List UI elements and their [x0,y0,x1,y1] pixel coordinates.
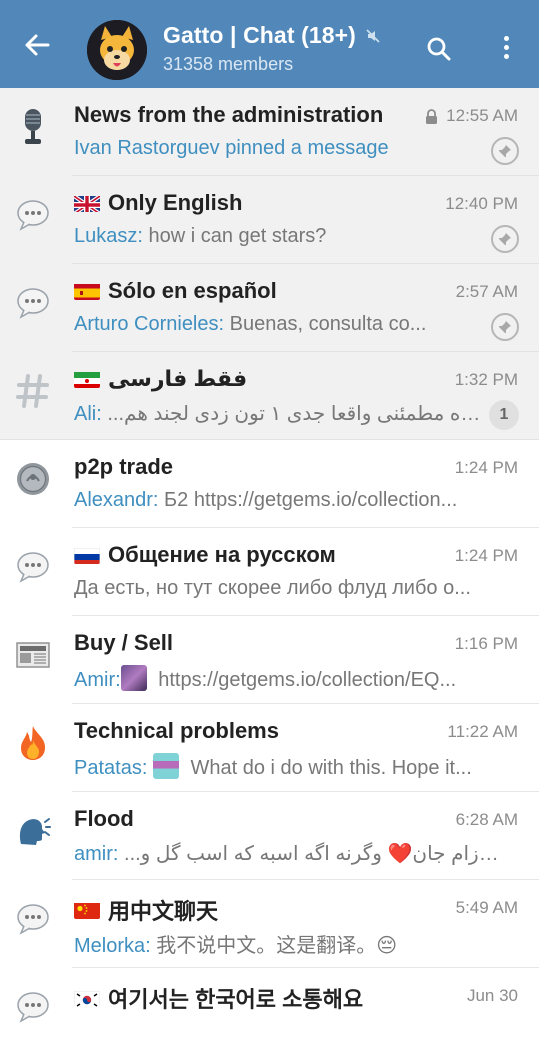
topic-last-message: Patatas: What do i do with this. Hope it… [74,753,504,780]
korea-flag-icon [74,989,100,1007]
topic-row[interactable]: Flood 6:28 AM amir: اره فرزام جان❤️ وگرن… [0,792,539,880]
media-thumbnail [120,665,147,691]
pin-icon [491,225,519,253]
microphone-icon [12,106,54,148]
lock-icon [425,108,438,124]
topic-row[interactable]: Technical problems 11:22 AM Patatas: Wha… [0,704,539,792]
topic-time: 1:16 PM [454,634,518,653]
topic-name: فقط فارسی [74,366,247,392]
topic-time: 5:49 AM [455,898,518,917]
topic-time: 2:57 AM [455,282,518,301]
topic-time: 1:24 PM [454,458,518,477]
topic-last-message: Melorka: 我不说中文。这是翻译。😔 [74,935,398,957]
muted-icon [365,28,381,49]
media-thumbnail [152,753,179,779]
topic-row[interactable]: 用中文聊天 5:49 AM Melorka: 我不说中文。这是翻译。😔 [0,880,539,968]
uk-flag-icon [74,194,100,212]
topic-row[interactable]: p2p trade 1:24 PM Alexandr: Б2 https://g… [0,440,539,528]
topic-row[interactable]: Sólo en español 2:57 AM Arturo Cornieles… [0,264,539,352]
topic-name: Only English [74,190,242,216]
topic-last-message: Ali: کاوه مطمئنی واقعا جدی ۱ تون زدی لجن… [74,403,484,425]
speech-bubble-icon [12,194,54,236]
topic-row[interactable]: فقط فارسی 1:32 PM Ali: کاوه مطمئنی واقعا… [0,352,539,440]
topic-row[interactable]: 여기서는 한국어로 소통해요 Jun 30 [0,968,539,1056]
chat-title[interactable]: Gatto | Chat (18+) [163,22,356,49]
speech-bubble-icon [12,898,54,940]
speech-bubble-icon [12,986,54,1028]
topics-list: News from the administration 12:55 AM Iv… [0,88,539,1056]
topic-row[interactable]: Общение на русском 1:24 PM Да есть, но т… [0,528,539,616]
spain-flag-icon [74,282,100,300]
topic-last-message: Amir: https://getgems.io/collection/EQ..… [74,665,504,692]
topic-last-message: amir: اره فرزام جان❤️ وگرنه اگه اسبه که … [74,843,504,865]
topic-last-message: Arturo Cornieles: Buenas, consulta co... [74,313,427,335]
topic-name: Sólo en español [74,278,277,304]
coin-icon [12,458,54,500]
topic-time: Jun 30 [466,986,518,1005]
speech-bubble-icon [12,282,54,324]
iran-flag-icon [74,370,100,388]
topic-name: Technical problems [74,718,279,743]
topic-name: Общение на русском [74,542,336,568]
topic-name: Buy / Sell [74,630,174,655]
topic-time: 1:24 PM [454,546,518,565]
topic-time: 6:28 AM [455,810,518,829]
members-count: 31358 members [163,54,294,74]
topic-row[interactable]: Only English 12:40 PM Lukasz: how i can … [0,176,539,264]
pin-icon [491,137,519,165]
newspaper-icon [12,634,54,676]
unread-count-badge: 1 [489,400,519,430]
topic-name: 用中文聊天 [74,894,218,926]
topic-time: 12:55 AM [425,106,518,126]
topic-time: 12:40 PM [445,194,518,213]
topic-name: News from the administration [74,102,384,127]
search-icon[interactable] [426,36,452,67]
topic-last-message: Ivan Rastorguev pinned a message [74,137,389,159]
russia-flag-icon [74,546,100,564]
topic-row[interactable]: Buy / Sell 1:16 PM Amir: https://getgems… [0,616,539,704]
more-vertical-icon[interactable] [496,36,516,60]
back-arrow-icon[interactable] [22,30,52,60]
chat-header: Gatto | Chat (18+) 31358 members [0,0,539,88]
topic-name: 여기서는 한국어로 소통해요 [74,982,363,1014]
topic-row[interactable]: News from the administration 12:55 AM Iv… [0,88,539,176]
group-avatar[interactable] [87,20,147,80]
fire-icon [12,722,54,764]
topic-name: Flood [74,806,134,831]
topic-last-message: Lukasz: how i can get stars? [74,225,327,247]
china-flag-icon [74,901,100,919]
speaking-head-icon [12,810,54,852]
topic-name: p2p trade [74,454,174,479]
topic-time: 1:32 PM [454,370,518,389]
hashtag-icon [12,370,54,412]
topic-last-message: Alexandr: Б2 https://getgems.io/collecti… [74,489,458,511]
pin-icon [491,313,519,341]
topic-last-message: Да есть, но тут скорее либо флуд либо о.… [74,577,471,599]
topic-time: 11:22 AM [447,722,518,741]
speech-bubble-icon [12,546,54,588]
